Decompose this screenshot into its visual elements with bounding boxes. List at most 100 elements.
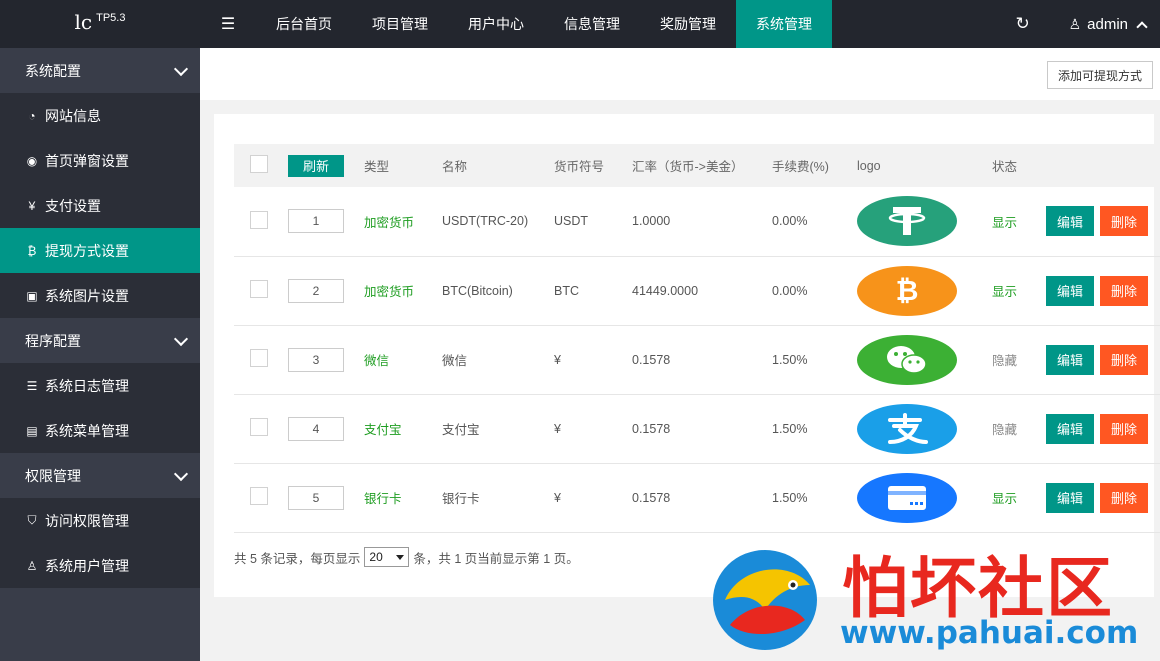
column-header: 货币符号 <box>554 160 605 174</box>
sidebar-item-logs[interactable]: ☰ 系统日志管理 <box>0 363 200 408</box>
type-cell: 加密货币 <box>364 215 415 230</box>
page-size-select[interactable]: 20 <box>364 547 410 567</box>
row-checkbox[interactable] <box>250 280 268 298</box>
refresh-icon[interactable]: ↻ <box>995 0 1051 48</box>
pagination-summary: 共 5 条记录，每页显示 <box>234 551 361 566</box>
username: admin <box>1087 15 1128 33</box>
bitcoin-icon: ₿ <box>27 243 37 258</box>
name-cell: 银行卡 <box>442 492 480 506</box>
edit-button[interactable]: 编辑 <box>1046 275 1094 306</box>
tab-info[interactable]: 信息管理 <box>544 0 640 48</box>
fee-cell: 1.50% <box>772 421 808 436</box>
add-withdraw-method-button[interactable]: 添加可提现方式 <box>1047 61 1153 89</box>
table-card: 刷新 类型 名称 货币符号 汇率（货币->美金） 手续费(%) logo 状态 … <box>214 114 1160 597</box>
status-cell: 隐藏 <box>992 423 1018 437</box>
logo-text: lc <box>74 10 93 34</box>
sidebar-item-site-info[interactable]: ◔ 网站信息 <box>0 93 200 138</box>
page-size-value: 20 <box>369 550 383 564</box>
content-toolbar: 添加可提现方式 <box>200 48 1160 100</box>
tab-dashboard[interactable]: 后台首页 <box>256 0 352 48</box>
symbol-cell: USDT <box>554 214 589 229</box>
delete-button[interactable]: 删除 <box>1100 206 1148 237</box>
sort-order-input[interactable]: 4 <box>288 416 344 441</box>
tab-projects[interactable]: 项目管理 <box>352 0 448 48</box>
wechat-icon <box>857 334 957 385</box>
sort-order-input[interactable]: 2 <box>288 278 344 303</box>
edit-button[interactable]: 编辑 <box>1046 344 1094 375</box>
sidebar-item-popup[interactable]: ◉ 首页弹窗设置 <box>0 138 200 183</box>
column-header: 名称 <box>442 160 468 174</box>
status-cell: 显示 <box>992 492 1018 506</box>
user-icon: ♙ <box>1068 15 1082 32</box>
name-cell: USDT(TRC-20) <box>442 214 529 229</box>
user-menu[interactable]: ♙ admin <box>1051 0 1160 48</box>
rate-cell: 41449.0000 <box>632 283 699 298</box>
sidebar-group-system-config[interactable]: 系统配置 <box>0 48 200 93</box>
gauge-icon: ◔ <box>28 108 36 123</box>
logo-version: TP5.3 <box>96 12 126 24</box>
row-checkbox[interactable] <box>250 210 268 229</box>
tab-users[interactable]: 用户中心 <box>448 0 544 48</box>
tab-rewards[interactable]: 奖励管理 <box>640 0 736 48</box>
edit-button[interactable]: 编辑 <box>1046 413 1094 444</box>
type-cell: 支付宝 <box>364 423 402 437</box>
sidebar-item-label: 网站信息 <box>45 107 101 124</box>
fee-cell: 0.00% <box>772 283 808 298</box>
row-checkbox[interactable] <box>250 487 268 505</box>
menu-toggle-icon[interactable]: ☰ <box>200 0 256 48</box>
pagination-detail: 条，共 1 页当前显示第 1 页。 <box>413 551 579 566</box>
withdraw-methods-table: 刷新 类型 名称 货币符号 汇率（货币->美金） 手续费(%) logo 状态 … <box>234 144 1160 533</box>
sidebar-group-program-config[interactable]: 程序配置 <box>0 318 200 363</box>
bank-card-icon <box>857 472 957 523</box>
sort-order-input[interactable]: 1 <box>288 209 344 234</box>
tether-icon <box>857 196 957 247</box>
refresh-button[interactable]: 刷新 <box>288 154 344 177</box>
table-header-row: 刷新 类型 名称 货币符号 汇率（货币->美金） 手续费(%) logo 状态 <box>234 144 1160 187</box>
sidebar-item-payment[interactable]: ¥ 支付设置 <box>0 183 200 228</box>
rate-cell: 1.0000 <box>632 214 671 229</box>
sort-order-input[interactable]: 5 <box>288 485 344 510</box>
status-cell: 显示 <box>992 285 1018 299</box>
app-logo[interactable]: lc TP5.3 <box>0 0 200 48</box>
edit-button[interactable]: 编辑 <box>1046 482 1094 513</box>
table-row: 4 支付宝 支付宝 ¥ 0.1578 1.50% 隐藏 编辑 删除 <box>234 394 1160 463</box>
fee-cell: 0.00% <box>772 214 808 229</box>
sidebar-group-permissions[interactable]: 权限管理 <box>0 453 200 498</box>
sidebar-item-withdraw[interactable]: ₿ 提现方式设置 <box>0 228 200 273</box>
delete-button[interactable]: 删除 <box>1100 482 1148 513</box>
type-cell: 微信 <box>364 354 390 368</box>
sort-order-input[interactable]: 3 <box>288 347 344 372</box>
sidebar-item-access[interactable]: ⛉ 访问权限管理 <box>0 498 200 543</box>
sidebar-group-label: 程序配置 <box>25 332 81 349</box>
column-header: 汇率（货币->美金） <box>632 160 744 174</box>
table-icon: ▤ <box>26 423 38 438</box>
sidebar-item-images[interactable]: ▣ 系统图片设置 <box>0 273 200 318</box>
delete-button[interactable]: 删除 <box>1100 275 1148 306</box>
name-cell: BTC(Bitcoin) <box>442 283 513 298</box>
edit-button[interactable]: 编辑 <box>1046 206 1094 237</box>
sidebar-group-label: 系统配置 <box>25 62 81 79</box>
symbol-cell: ¥ <box>554 490 561 505</box>
column-header: logo <box>857 158 881 173</box>
sidebar-item-users[interactable]: ♙ 系统用户管理 <box>0 543 200 588</box>
tab-system[interactable]: 系统管理 <box>736 0 832 48</box>
chevron-down-icon <box>396 554 405 560</box>
name-cell: 微信 <box>442 354 468 368</box>
sidebar-item-label: 系统图片设置 <box>45 287 129 304</box>
sidebar-item-menus[interactable]: ▤ 系统菜单管理 <box>0 408 200 453</box>
eye-icon: ◉ <box>26 153 38 168</box>
row-checkbox[interactable] <box>250 349 268 367</box>
top-nav-tabs: 后台首页 项目管理 用户中心 信息管理 奖励管理 系统管理 <box>256 0 832 48</box>
fee-cell: 1.50% <box>772 490 808 505</box>
sidebar-item-label: 首页弹窗设置 <box>45 152 129 169</box>
sidebar-item-label: 提现方式设置 <box>45 242 129 259</box>
delete-button[interactable]: 删除 <box>1100 413 1148 444</box>
select-all-checkbox[interactable] <box>250 155 268 173</box>
watermark-url: www.pahuai.com <box>840 615 1139 651</box>
delete-button[interactable]: 删除 <box>1100 344 1148 375</box>
sidebar-item-label: 支付设置 <box>45 197 101 214</box>
table-row: 5 银行卡 银行卡 ¥ 0.1578 1.50% 显示 编辑 删除 <box>234 463 1160 532</box>
table-row: 1 加密货币 USDT(TRC-20) USDT 1.0000 0.00% 显示… <box>234 187 1160 256</box>
row-checkbox[interactable] <box>250 418 268 436</box>
fee-cell: 1.50% <box>772 352 808 367</box>
